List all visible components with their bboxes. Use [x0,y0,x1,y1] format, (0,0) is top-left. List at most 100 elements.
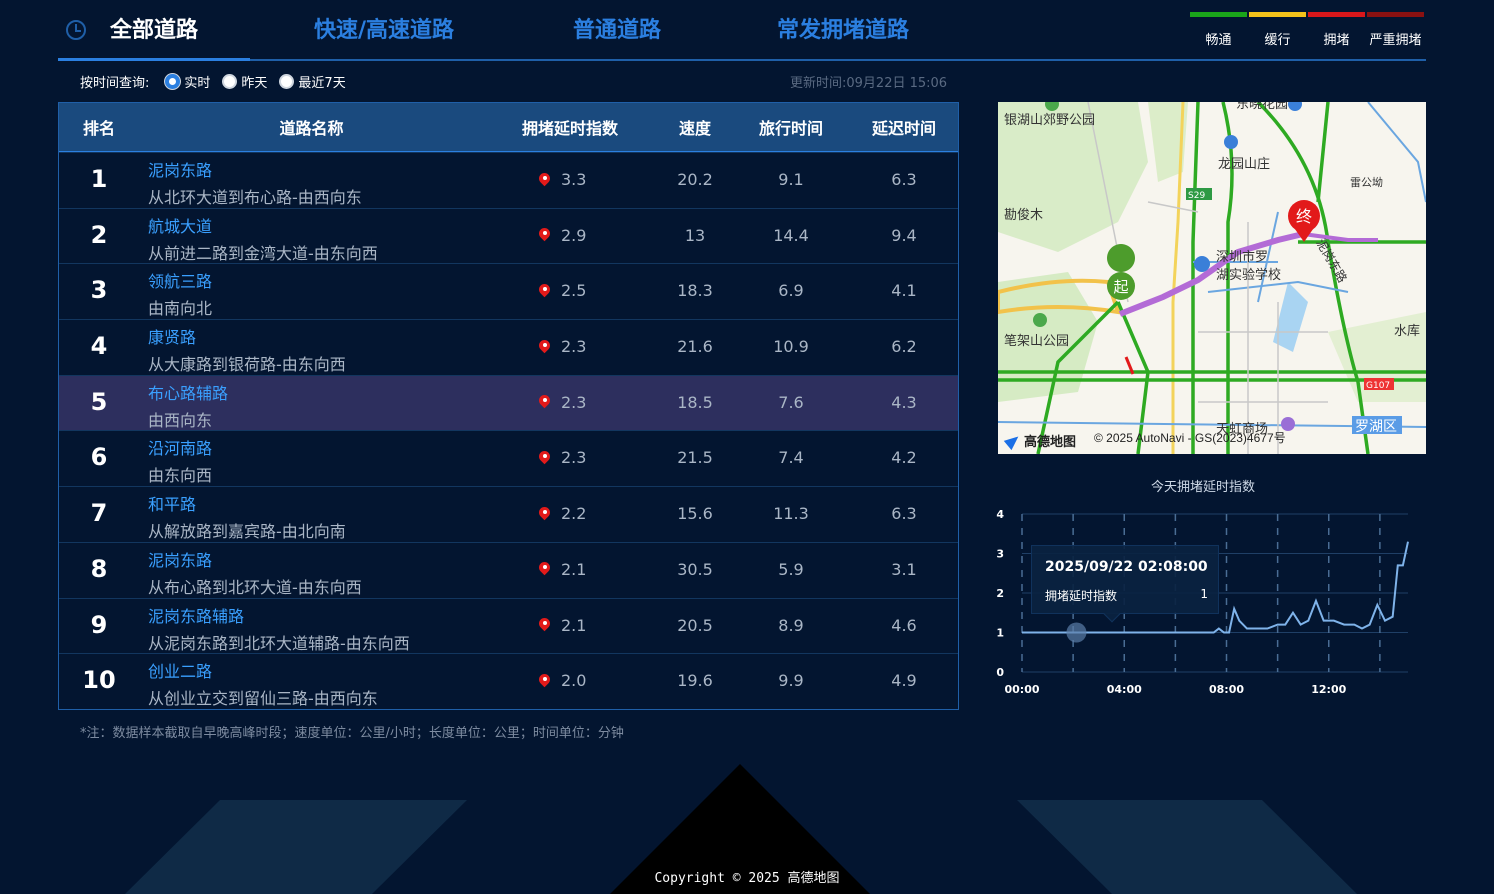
tab-all-roads[interactable]: 全部道路 [110,12,198,44]
tab-ordinary-road[interactable]: 普通道路 [573,12,661,44]
table-row[interactable]: 5 布心路辅路 由西向东 2.3 18.5 7.6 4.3 [59,374,958,431]
legend-label: 缓行 [1264,33,1291,48]
amap-logo[interactable]: 高德地图 [1003,431,1076,450]
speed-value: 20.2 [677,170,713,189]
rank-number: 8 [90,554,108,583]
table-row[interactable]: 2 航城大道 从前进二路到金湾大道-由东向西 2.9 13 14.4 9.4 [59,207,958,264]
header-delay-time: 延迟时间 [871,119,936,138]
route-map[interactable]: 起 终 银湖山郊野公园 龙园山庄 勘俊木 深圳市罗 湖实验学校 笔架山公园 天虹… [998,102,1426,454]
road-name-link[interactable]: 创业二路 [148,658,212,682]
travel-time-value: 14.4 [773,225,809,245]
map-label: 深圳市罗 [1216,249,1268,265]
x-tick-label: 04:00 [1107,683,1142,696]
header-road-name: 道路名称 [279,119,344,138]
road-name-link[interactable]: 沿河南路 [148,435,212,459]
legend-color-severe [1367,12,1424,17]
delay-index: 2.3 [539,448,586,467]
radio-label: 最近7天 [298,75,346,91]
road-description: 从前进二路到金湾大道-由东向西 [148,243,378,263]
delay-time-value: 6.3 [891,170,917,189]
map-attribution: © 2025 AutoNavi - GS(2023)4677号 [1094,431,1286,445]
map-label: 东晓花园 [1236,102,1288,112]
tab-expressway[interactable]: 快速/高速道路 [314,12,454,44]
road-name-link[interactable]: 和平路 [148,491,196,515]
x-tick-label: 12:00 [1311,683,1346,696]
rank-number: 2 [90,220,108,249]
delay-index-value: 2.1 [561,559,587,579]
active-tab-indicator [58,58,250,61]
map-label: 罗湖区 [1355,419,1397,435]
road-name-link[interactable]: 泥岗东路 [148,157,212,181]
road-name-link[interactable]: 泥岗东路 [148,547,212,571]
delay-index-value: 2.1 [561,615,587,635]
map-label: 龙园山庄 [1218,156,1270,172]
legend-label: 严重拥堵 [1369,33,1422,48]
map-label: 湖实验学校 [1216,267,1281,283]
table-row[interactable]: 9 泥岗东路辅路 从泥岗东路到北环大道辅路-由东向西 2.1 20.5 8.9 … [59,597,958,654]
tab-frequent-congestion[interactable]: 常发拥堵道路 [777,12,909,44]
map-label: 水库 [1394,323,1420,339]
road-description: 从大康路到银荷路-由东向西 [148,355,346,375]
delay-index-value: 2.3 [561,337,587,357]
start-marker: 起 [1107,244,1136,314]
radio-last-7-days[interactable]: 最近7天 [279,72,346,91]
table-row[interactable]: 8 泥岗东路 从布心路到北环大道-由东向西 2.1 30.5 5.9 3.1 [59,541,958,598]
road-description: 从创业立交到留仙三路-由西向东 [148,689,378,709]
speed-value: 19.6 [677,671,713,691]
y-tick-label: 1 [996,627,1004,640]
road-description: 由西向东 [148,410,213,430]
table-row[interactable]: 6 沿河南路 由东向西 2.3 21.5 7.4 4.2 [59,430,958,486]
delay-time-value: 4.9 [891,671,917,691]
y-tick-label: 2 [996,587,1004,600]
table-row[interactable]: 7 和平路 从解放路到嘉宾路-由北向南 2.2 15.6 11.3 6.3 [59,486,958,542]
travel-time-value: 6.9 [778,281,804,301]
map-label: 雷公坳 [1350,175,1383,189]
travel-time-value: 8.9 [778,615,804,635]
location-pin-icon [539,173,550,187]
table-header: 排名 道路名称 拥堵延时指数 速度 旅行时间 延迟时间 [59,103,958,152]
radio-dot[interactable] [165,73,181,89]
road-name-link[interactable]: 布心路辅路 [148,380,228,404]
radio-dot[interactable] [279,73,295,89]
congestion-ranking-table: 排名 道路名称 拥堵延时指数 速度 旅行时间 延迟时间 1 泥岗东路 从北环大道… [58,102,959,710]
speed-value: 15.6 [677,504,713,524]
delay-index: 2.5 [539,281,586,300]
rank-number: 3 [90,276,108,305]
rank-number: 10 [82,666,116,695]
radio-realtime[interactable]: 实时 [165,72,210,91]
legend-color-smooth [1190,12,1247,17]
legend-item-congested: 拥堵 [1308,12,1365,48]
delay-index-value: 2.9 [561,225,587,245]
filter-label: 按时间查询: [80,75,150,91]
table-row[interactable]: 4 康贤路 从大康路到银荷路-由东向西 2.3 21.6 10.9 6.2 [59,319,958,375]
road-name-link[interactable]: 康贤路 [148,324,196,348]
speed-value: 20.5 [677,615,713,635]
radio-yesterday[interactable]: 昨天 [222,72,267,91]
map-label: 银湖山郊野公园 [1004,112,1095,128]
road-name-link[interactable]: 泥岗东路辅路 [148,603,244,627]
delay-index-value: 2.5 [561,281,587,301]
delay-time-value: 6.2 [891,337,917,357]
travel-time-value: 7.4 [778,448,804,468]
legend-color-congested [1308,12,1365,17]
table-row[interactable]: 1 泥岗东路 从北环大道到布心路-由西向东 3.3 20.2 9.1 6.3 [59,152,958,208]
location-pin-icon [539,507,550,521]
road-name-link[interactable]: 领航三路 [148,268,212,292]
delay-time-value: 4.3 [891,392,917,412]
road-name-link[interactable]: 航城大道 [148,213,212,237]
delay-index-value: 3.3 [561,170,587,189]
y-tick-label: 4 [996,508,1004,521]
svg-text:起: 起 [1113,278,1128,296]
table-row[interactable]: 10 创业二路 从创业立交到留仙三路-由西向东 2.0 19.6 9.9 4.9 [59,653,958,709]
map-label: 勘俊木 [1004,208,1043,223]
speed-value: 18.5 [677,392,713,412]
location-pin-icon [539,340,550,354]
table-row[interactable]: 3 领航三路 由南向北 2.5 18.3 6.9 4.1 [59,263,958,319]
chart-tooltip: 2025/09/22 02:08:00 拥堵延时指数 1 [1031,545,1219,623]
delay-index-value: 2.3 [561,448,587,468]
radio-dot[interactable] [222,73,238,89]
delay-index: 2.9 [539,226,586,245]
chart-title: 今天拥堵延时指数 [1150,480,1255,495]
delay-index: 2.1 [539,560,586,579]
header-speed: 速度 [678,119,711,138]
